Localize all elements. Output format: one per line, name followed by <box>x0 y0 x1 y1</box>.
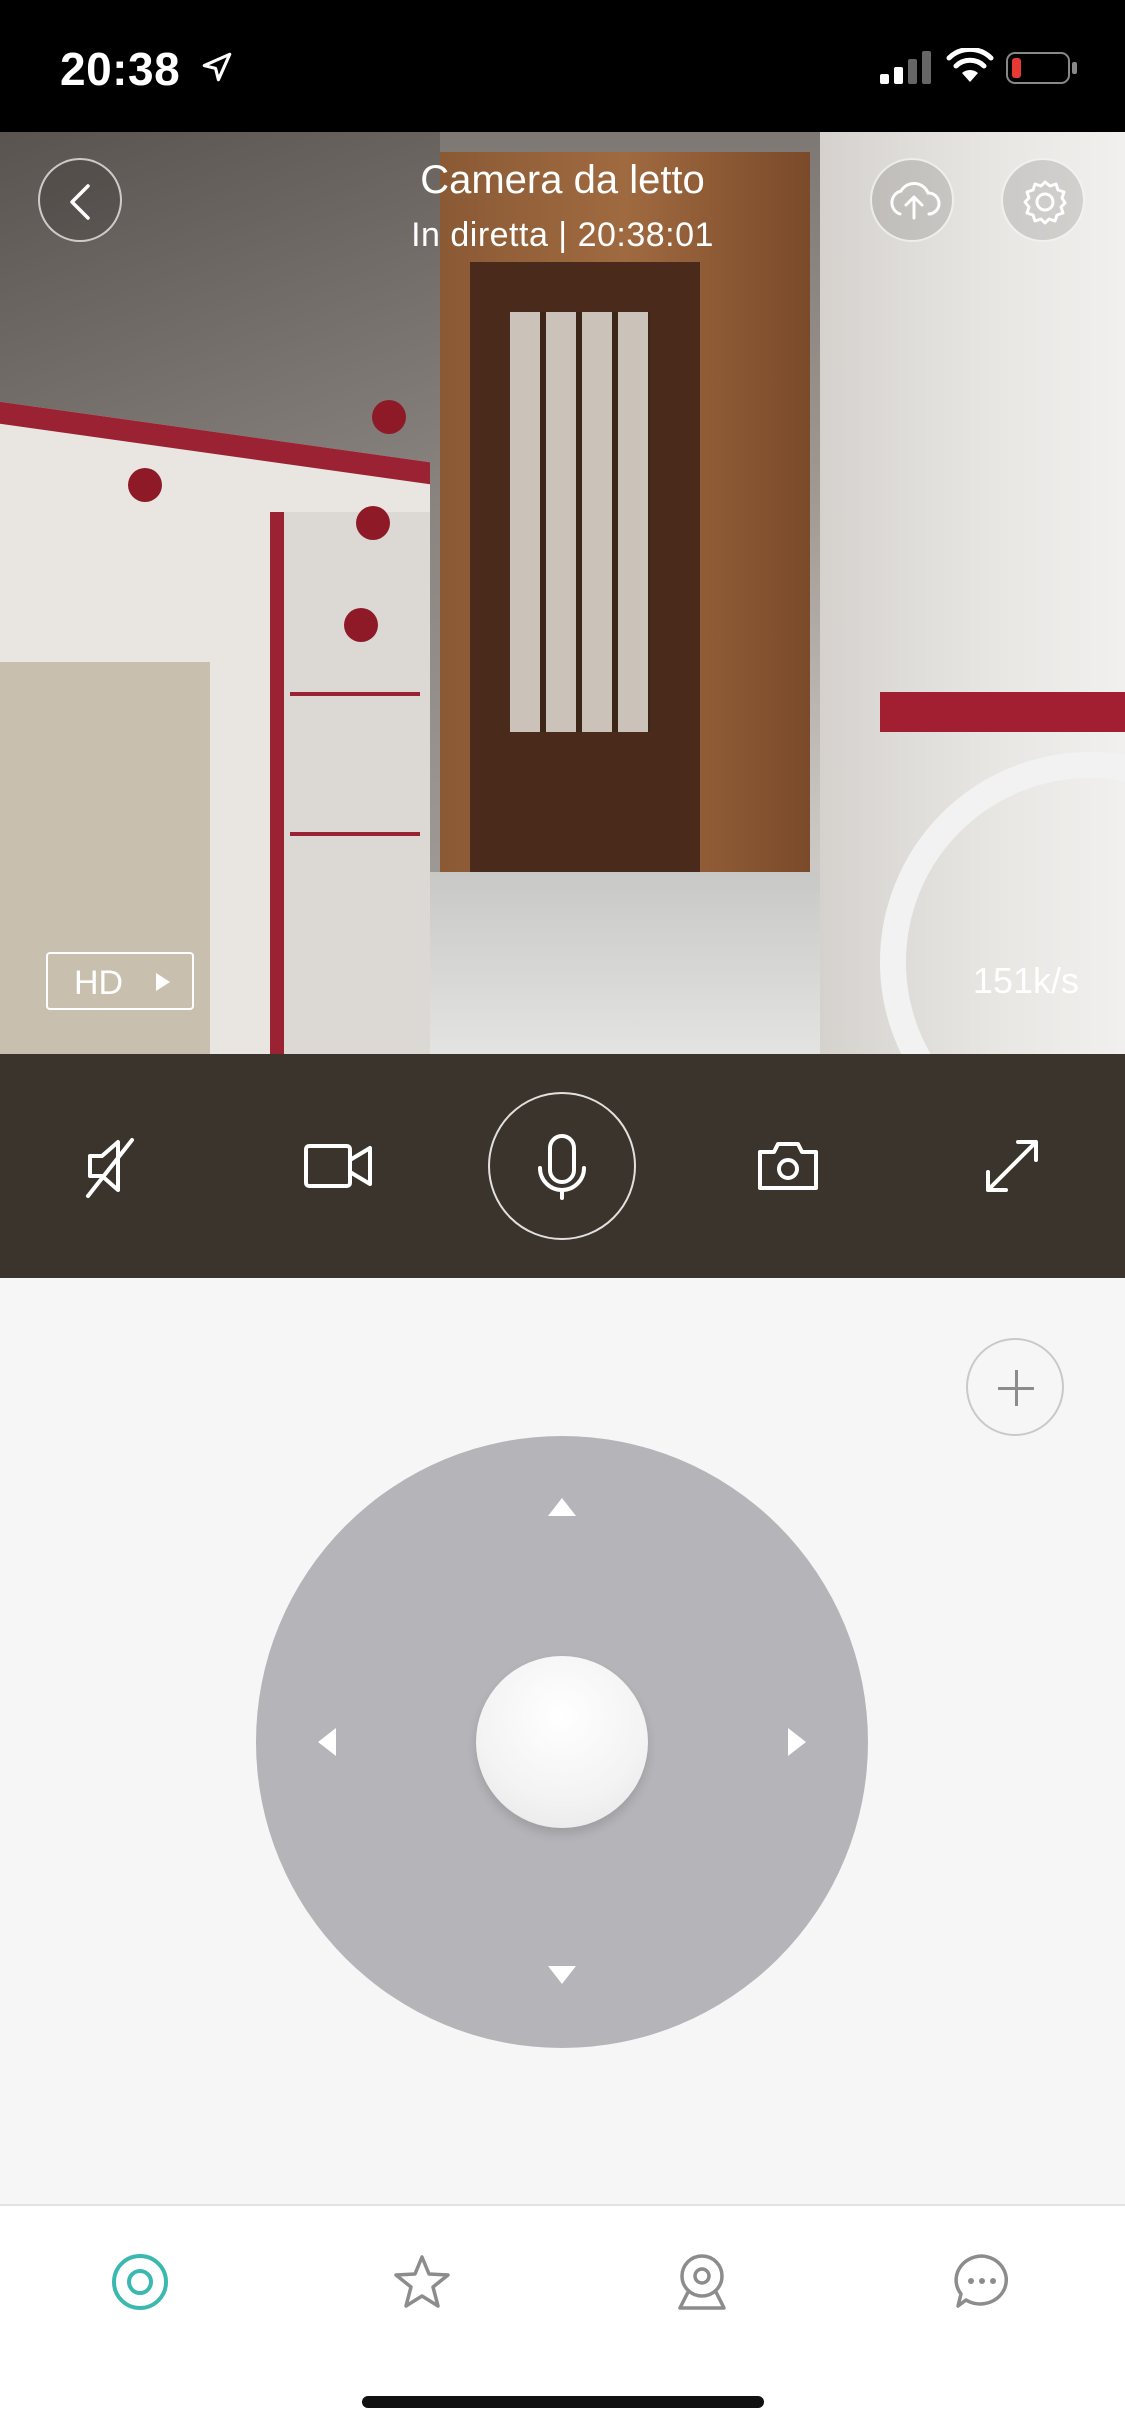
ptz-panel <box>0 1278 1125 2204</box>
play-triangle-icon <box>156 973 170 991</box>
favorites-star-icon <box>394 2255 450 2308</box>
wifi-icon <box>946 48 994 82</box>
scene-door-glass <box>510 312 650 732</box>
scene-drawer-line <box>290 832 420 836</box>
live-video-feed[interactable] <box>0 132 1125 1054</box>
live-view-icon <box>112 2254 168 2310</box>
direction-pad[interactable] <box>256 1436 868 2048</box>
scene-drawer-line <box>290 692 420 696</box>
scene-knob <box>372 400 406 434</box>
quality-label: HD <box>74 964 124 1002</box>
home-indicator[interactable] <box>362 2396 764 2408</box>
tab-live[interactable] <box>80 2236 200 2346</box>
arrow-right-icon[interactable] <box>788 1728 806 1756</box>
status-time: 20:38 <box>60 43 181 95</box>
live-status: In diretta | 20:38:01 <box>411 216 714 254</box>
video-record-icon <box>304 1144 372 1188</box>
microphone-icon <box>538 1134 586 1200</box>
arrow-down-icon[interactable] <box>548 1966 576 1984</box>
zoom-plus-icon[interactable] <box>966 1338 1064 1436</box>
quality-button[interactable]: HD <box>46 952 194 1010</box>
joystick-knob[interactable] <box>476 1656 648 1828</box>
tab-favorites[interactable] <box>362 2236 482 2346</box>
scene-dresser-front <box>270 512 430 1054</box>
microphone-button[interactable] <box>502 1054 622 1278</box>
tab-camera[interactable] <box>642 2236 762 2346</box>
scene-knob <box>128 468 162 502</box>
arrow-up-icon[interactable] <box>548 1498 576 1516</box>
camera-snapshot-icon <box>758 1142 818 1190</box>
arrow-left-icon[interactable] <box>318 1728 336 1756</box>
fullscreen-button[interactable] <box>952 1054 1072 1278</box>
scene-knob <box>344 608 378 642</box>
bitrate-readout: 151k/s <box>972 960 1079 1001</box>
battery-low-icon <box>1006 52 1077 84</box>
status-bar: 20:38 <box>0 0 1125 132</box>
camera-device-icon <box>678 2254 726 2310</box>
record-button[interactable] <box>278 1054 398 1278</box>
mute-speaker-icon <box>86 1138 134 1198</box>
fullscreen-icon <box>986 1140 1038 1192</box>
scene-wall-stripe <box>880 692 1125 732</box>
snapshot-button[interactable] <box>728 1054 848 1278</box>
cellular-signal-icon <box>880 51 931 84</box>
camera-title: Camera da letto <box>420 158 705 202</box>
messages-icon <box>954 2254 1008 2308</box>
control-bar <box>0 1054 1125 1278</box>
tab-messages[interactable] <box>922 2236 1042 2346</box>
mute-button[interactable] <box>52 1054 172 1278</box>
scene-knob <box>356 506 390 540</box>
location-arrow-icon <box>202 52 232 82</box>
